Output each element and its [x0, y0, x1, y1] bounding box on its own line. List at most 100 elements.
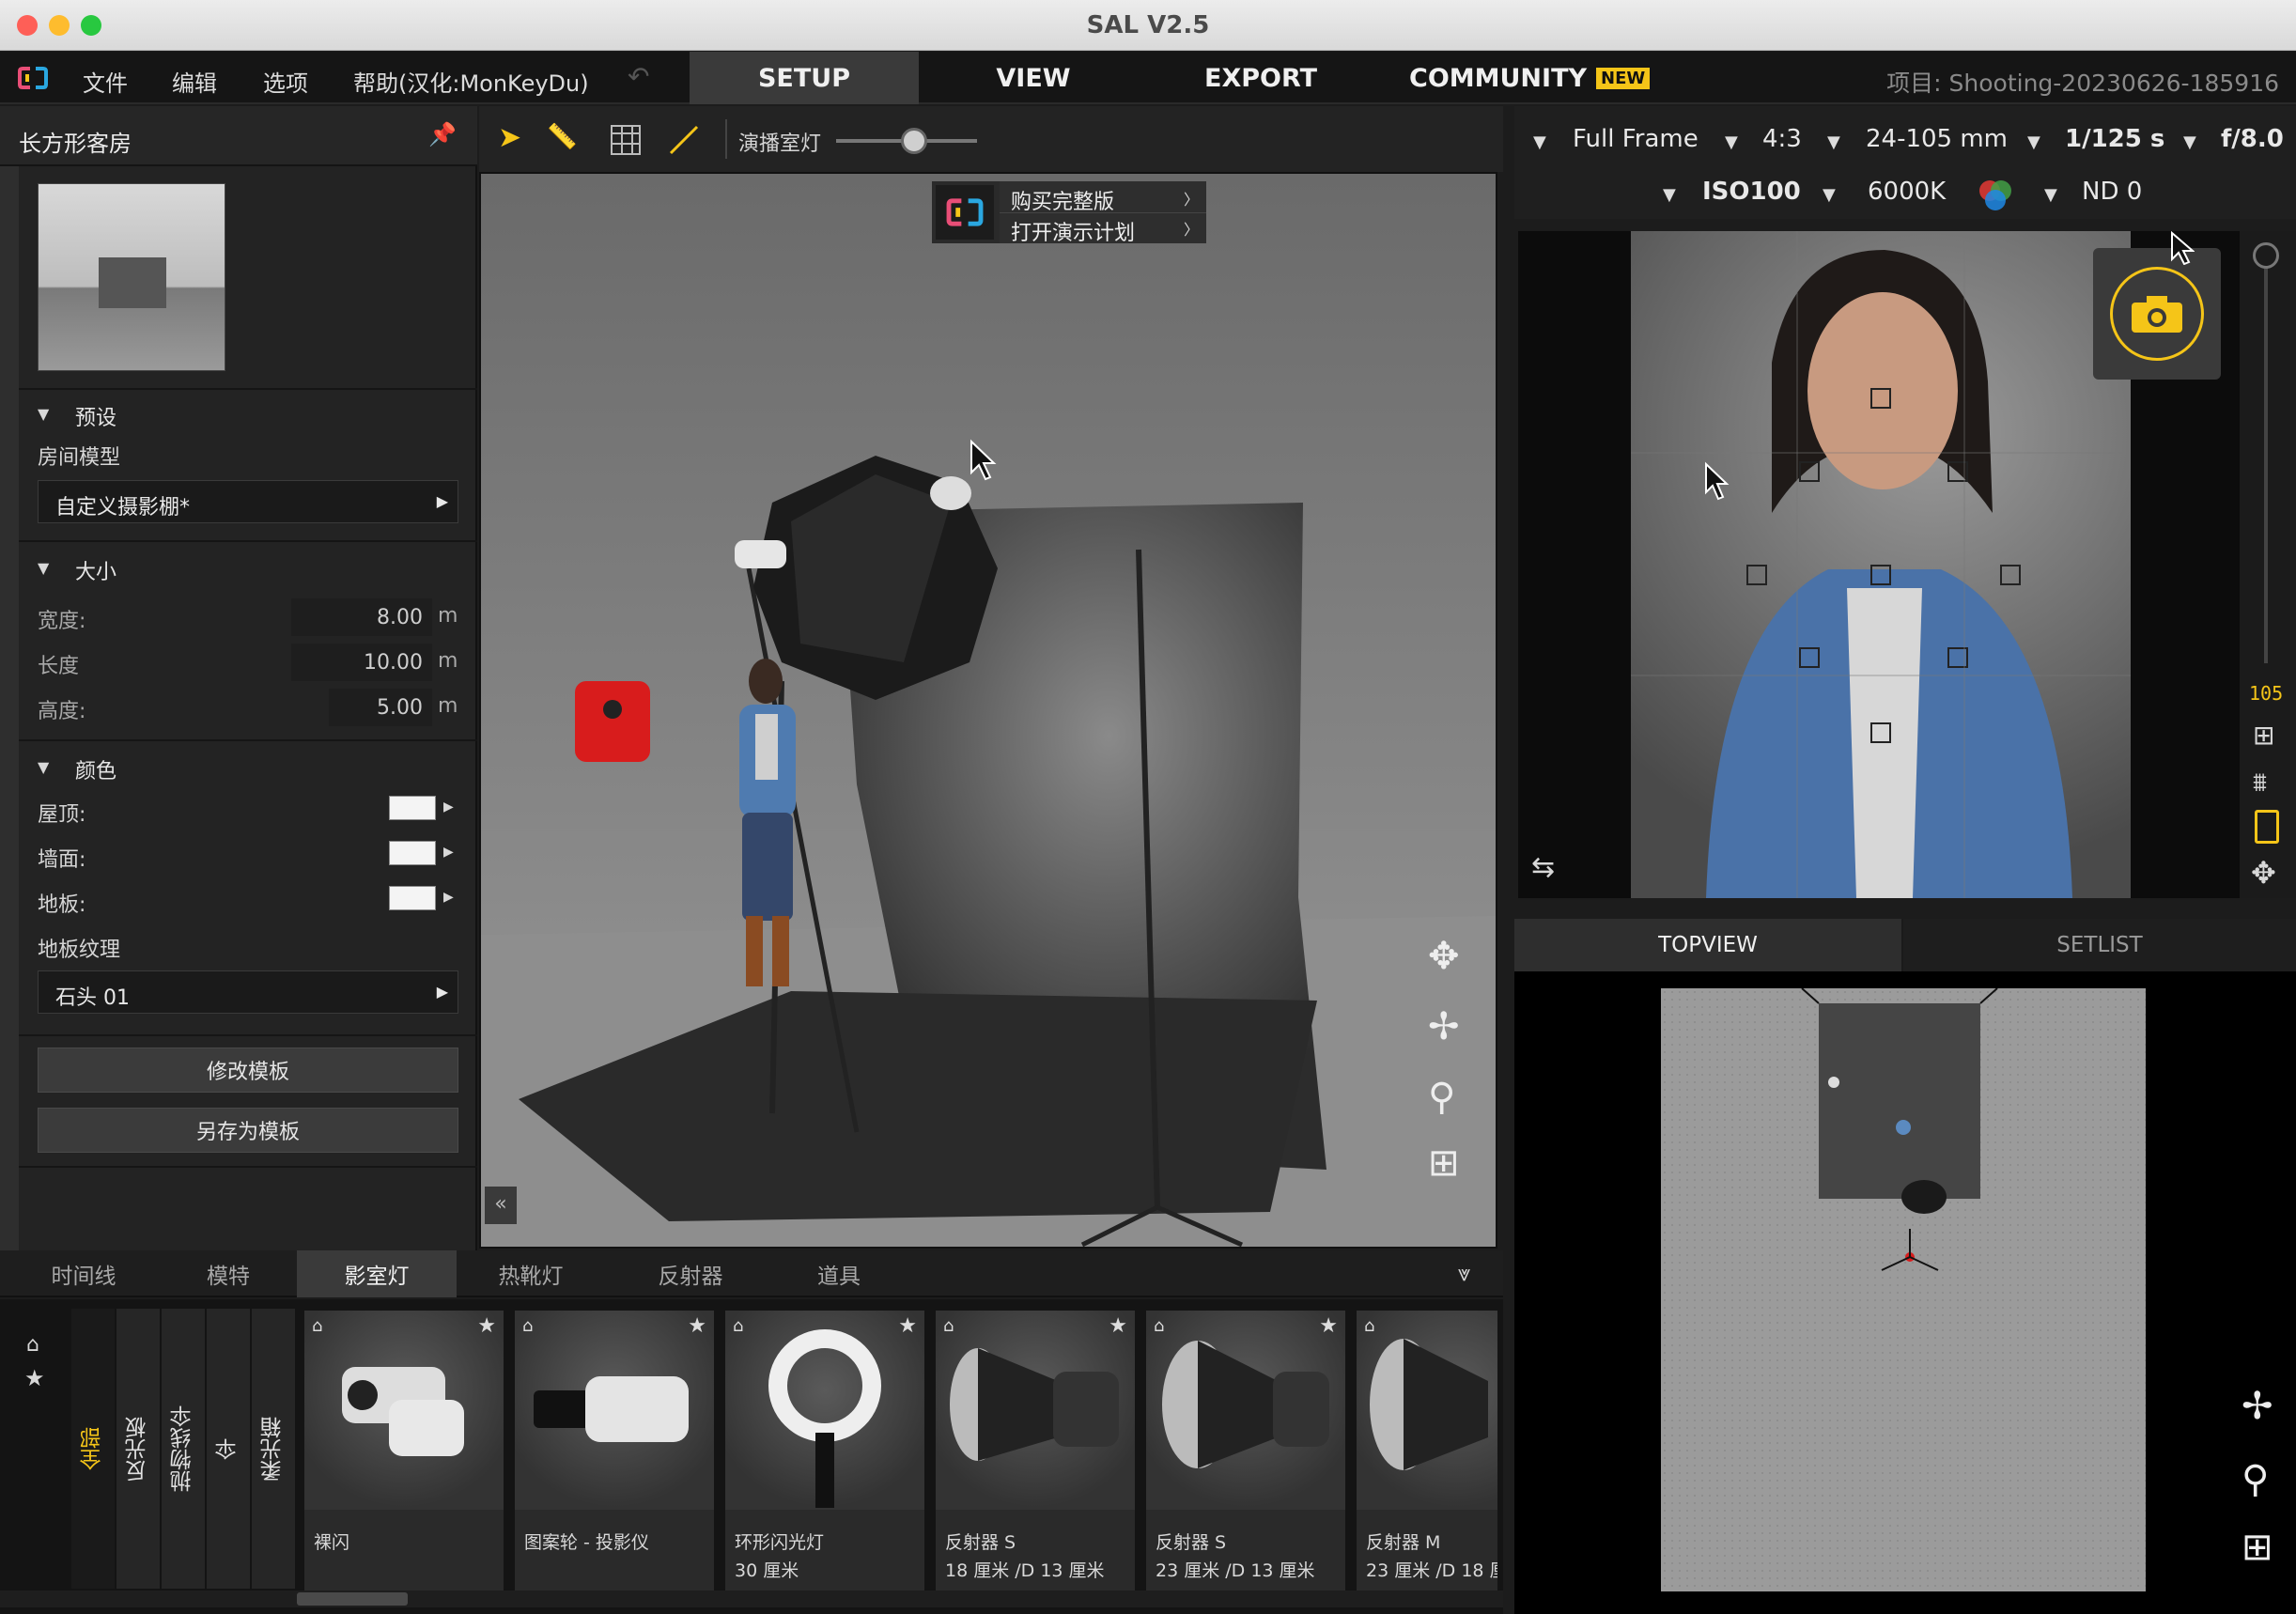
ruler-icon[interactable]: 📏 — [547, 123, 577, 151]
home-filter-icon[interactable]: ⌂ — [26, 1333, 39, 1357]
take-photo-button[interactable] — [2110, 267, 2204, 361]
library-scrollbar-thumb[interactable] — [297, 1592, 408, 1606]
nd-caret-icon[interactable]: ▼ — [2044, 185, 2057, 205]
favorite-icon[interactable]: ★ — [688, 1314, 706, 1338]
wb-caret-icon[interactable]: ▼ — [1823, 185, 1836, 205]
color-wheel-icon[interactable] — [1977, 176, 2014, 213]
open-demo-plan-link[interactable]: 打开演示计划 — [1011, 216, 1135, 246]
pan-icon[interactable]: ✢ — [1428, 1005, 1460, 1048]
floor-color-swatch[interactable] — [389, 886, 436, 910]
tab-view[interactable]: VIEW — [921, 52, 1146, 104]
aspect-ratio[interactable]: 4:3 — [1762, 125, 1802, 153]
category-parabolic-umbrella[interactable]: 抛物线伞 — [162, 1309, 205, 1589]
category-softbox[interactable]: 柔光箱 — [252, 1309, 295, 1589]
topview-frame-icon[interactable]: ⊞ — [2242, 1526, 2273, 1569]
light-card[interactable]: ⌂ ★ 反射器 S 23 厘米 /D 13 厘米 — [1146, 1311, 1345, 1592]
room-thumbnail[interactable] — [38, 183, 225, 371]
tab-topview[interactable]: TOPVIEW — [1514, 919, 1901, 971]
menu-options[interactable]: 选项 — [263, 65, 308, 98]
floor-texture-dropdown[interactable]: 石头 01 ▶ — [38, 970, 458, 1014]
camera-preview[interactable]: ⇆ — [1518, 230, 2240, 898]
tab-timeline[interactable]: 时间线 — [13, 1250, 154, 1297]
modeling-light-slider[interactable] — [836, 128, 977, 154]
wall-color-swatch[interactable] — [389, 841, 436, 865]
sensor-caret-icon[interactable]: ▼ — [1533, 132, 1546, 152]
iso-caret-icon[interactable]: ▼ — [1663, 185, 1676, 205]
focal-slider-handle[interactable] — [2253, 242, 2279, 269]
white-balance[interactable]: 6000K — [1868, 178, 1946, 206]
light-card[interactable]: ⌂ ★ 图案轮 - 投影仪 — [515, 1311, 714, 1592]
tab-community[interactable]: COMMUNITY NEW — [1375, 52, 1667, 104]
zoom-icon[interactable]: ⚲ — [1428, 1076, 1455, 1119]
height-field[interactable]: 5.00 — [329, 689, 432, 726]
orientation-icon[interactable] — [2255, 810, 2279, 844]
topview-zoom-icon[interactable]: ⚲ — [2242, 1458, 2269, 1501]
grid-overlay-icon[interactable]: ⊞ — [2253, 720, 2274, 751]
modify-template-button[interactable]: 修改模板 — [38, 1048, 458, 1093]
top-view[interactable]: ✢ ⚲ ⊞ — [1514, 971, 2296, 1614]
tab-studio-lights[interactable]: 影室灯 — [297, 1250, 457, 1297]
shutter-speed[interactable]: 1/125 s — [2065, 125, 2164, 153]
save-template-button[interactable]: 另存为模板 — [38, 1108, 458, 1153]
aspect-caret-icon[interactable]: ▼ — [1725, 132, 1738, 152]
category-all[interactable]: 全部 — [71, 1309, 115, 1589]
collapse-presets-icon[interactable]: ▼ — [38, 405, 49, 423]
lens-caret-icon[interactable]: ▼ — [1827, 132, 1840, 152]
buy-full-version-link[interactable]: 购买完整版 — [1011, 185, 1114, 215]
collapse-color-icon[interactable]: ▼ — [38, 758, 49, 776]
histogram-icon[interactable]: ⩩ — [2253, 767, 2267, 799]
grid-icon[interactable] — [611, 125, 641, 155]
shutter-caret-icon[interactable]: ▼ — [2027, 132, 2040, 152]
category-umbrella[interactable]: 伞 — [207, 1309, 250, 1589]
tab-props[interactable]: 道具 — [768, 1250, 909, 1297]
lens[interactable]: 24-105 mm — [1866, 125, 2008, 153]
room-model-dropdown[interactable]: 自定义摄影棚* ▶ — [38, 480, 458, 523]
length-field[interactable]: 10.00 — [291, 644, 432, 681]
menu-edit[interactable]: 编辑 — [172, 65, 217, 98]
aperture-caret-icon[interactable]: ▼ — [2183, 132, 2196, 152]
menu-help[interactable]: 帮助(汉化:MonKeyDu) — [353, 65, 589, 98]
tab-setlist[interactable]: SETLIST — [1903, 919, 2296, 971]
select-cursor-icon[interactable]: ➤ — [498, 121, 521, 154]
tab-speedlights[interactable]: 热靴灯 — [460, 1250, 601, 1297]
pin-icon[interactable]: 📌 — [428, 121, 457, 147]
menu-file[interactable]: 文件 — [83, 65, 128, 98]
collapse-size-icon[interactable]: ▼ — [38, 559, 49, 577]
topview-pan-icon[interactable]: ✢ — [2242, 1385, 2273, 1428]
ceiling-color-arrow-icon[interactable]: ▶ — [443, 799, 454, 815]
3d-viewport[interactable]: 购买完整版 〉 打开演示计划 〉 ✥ ✢ ⚲ ⊞ « — [479, 172, 1497, 1249]
slider-handle[interactable] — [900, 128, 927, 154]
tab-export[interactable]: EXPORT — [1148, 52, 1373, 104]
undo-icon[interactable]: ↶ — [628, 61, 649, 92]
favorite-icon[interactable]: ★ — [1109, 1314, 1127, 1338]
frame-all-icon[interactable]: ⊞ — [1428, 1141, 1460, 1185]
tab-setup[interactable]: SETUP — [690, 52, 919, 104]
width-field[interactable]: 8.00 — [291, 598, 432, 636]
favorite-icon[interactable]: ★ — [1319, 1314, 1338, 1338]
iso[interactable]: ISO100 — [1702, 178, 1801, 206]
favorites-filter-icon[interactable]: ★ — [24, 1365, 45, 1391]
tab-reflectors[interactable]: 反射器 — [620, 1250, 761, 1297]
orbit-icon[interactable]: ✥ — [1428, 935, 1460, 978]
collapse-panel-icon[interactable]: « — [485, 1187, 517, 1224]
light-card[interactable]: ⌂ ★ 裸闪 — [304, 1311, 504, 1592]
swap-view-icon[interactable]: ⇆ — [1531, 851, 1555, 884]
favorite-icon[interactable]: ★ — [477, 1314, 496, 1338]
move-camera-icon[interactable]: ✥ — [2251, 855, 2276, 891]
wall-color-arrow-icon[interactable]: ▶ — [443, 845, 454, 860]
light-card[interactable]: ⌂ ★ 反射器 S 18 厘米 /D 13 厘米 — [936, 1311, 1135, 1592]
library-scrollbar[interactable] — [0, 1591, 1503, 1607]
nd-filter[interactable]: ND 0 — [2082, 178, 2142, 206]
light-card[interactable]: ⌂ ★ 环形闪光灯 30 厘米 — [725, 1311, 924, 1592]
focal-slider[interactable] — [2253, 242, 2279, 663]
light-card[interactable]: ⌂ 反射器 M 23 厘米 /D 18 厘米 — [1357, 1311, 1497, 1592]
sensor-size[interactable]: Full Frame — [1573, 125, 1699, 153]
line-tool-icon[interactable] — [667, 123, 701, 157]
floor-color-arrow-icon[interactable]: ▶ — [443, 890, 454, 905]
tab-models[interactable]: 模特 — [158, 1250, 299, 1297]
favorite-icon[interactable]: ★ — [898, 1314, 917, 1338]
aperture[interactable]: f/8.0 — [2221, 125, 2284, 153]
ceiling-color-swatch[interactable] — [389, 796, 436, 820]
collapse-library-icon[interactable]: ⩔ — [1458, 1260, 1471, 1286]
category-reflector-board[interactable]: 反光板 — [116, 1309, 160, 1589]
